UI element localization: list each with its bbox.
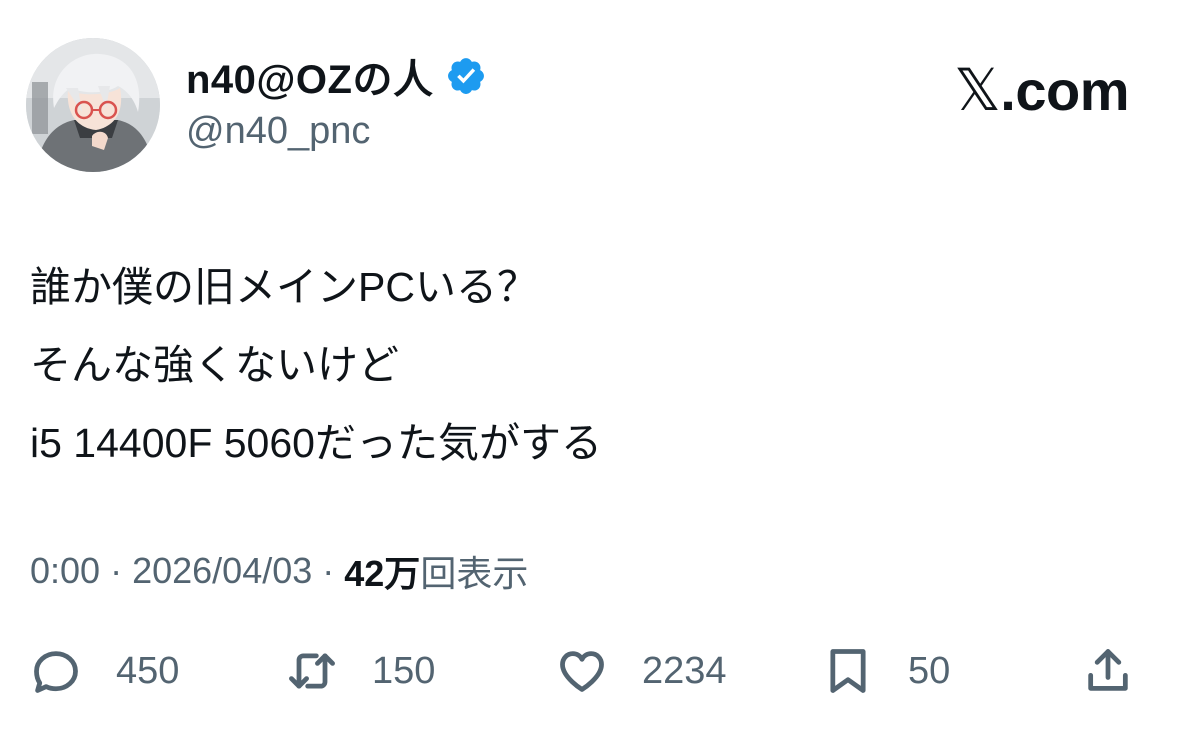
heart-icon [560,651,604,692]
like-button[interactable]: 2234 [556,636,727,706]
like-count: 2234 [642,649,727,692]
bookmark-icon [830,649,866,693]
retweet-count: 150 [372,649,436,692]
meta-separator: · [110,550,123,591]
author-handle[interactable]: @n40_pnc [186,110,487,153]
reply-button[interactable]: 450 [30,636,179,706]
tweet-line: そんな強くないけど [30,342,399,388]
bookmark-count: 50 [908,649,951,692]
x-logo-icon: 𝕏 [954,56,1001,124]
tweet-time[interactable]: 0:00 [30,550,100,592]
tweet-date[interactable]: 2026/04/03 [132,550,312,592]
tweet-metadata: 0:00 · 2026/04/03 · 42万 回表示 [30,545,528,597]
views-label: 回表示 [420,553,529,594]
tweet-line: i5 14400F 5060だった気がする [30,420,602,466]
share-button[interactable] [1082,636,1134,706]
verified-badge-icon[interactable] [445,55,487,97]
retweet-icon [289,653,335,689]
x-com-brand: 𝕏.com [954,56,1129,124]
avatar[interactable] [26,38,160,172]
avatar-illustration [26,38,160,172]
author-display-name[interactable]: n40@OZの人 [186,47,433,105]
tweet-text: 誰か僕の旧メインPCいる？ そんな強くないけど i5 14400F 5060だっ… [30,248,602,482]
reply-bubble-icon [34,651,78,693]
brand-suffix: .com [1000,59,1129,122]
retweet-button[interactable]: 150 [286,636,435,706]
tweet-line: 誰か僕の旧メインPCいる？ [30,264,538,310]
share-upload-icon [1088,649,1128,691]
bookmark-button[interactable]: 50 [822,636,950,706]
author-name-row: n40@OZの人 [186,50,487,102]
tweet-action-bar: 450 150 2234 50 [0,636,1179,706]
reply-count: 450 [116,649,180,692]
tweet-author: n40@OZの人 @n40_pnc [186,50,487,153]
meta-separator: · [322,550,335,591]
views-count[interactable]: 42万 [344,545,420,597]
